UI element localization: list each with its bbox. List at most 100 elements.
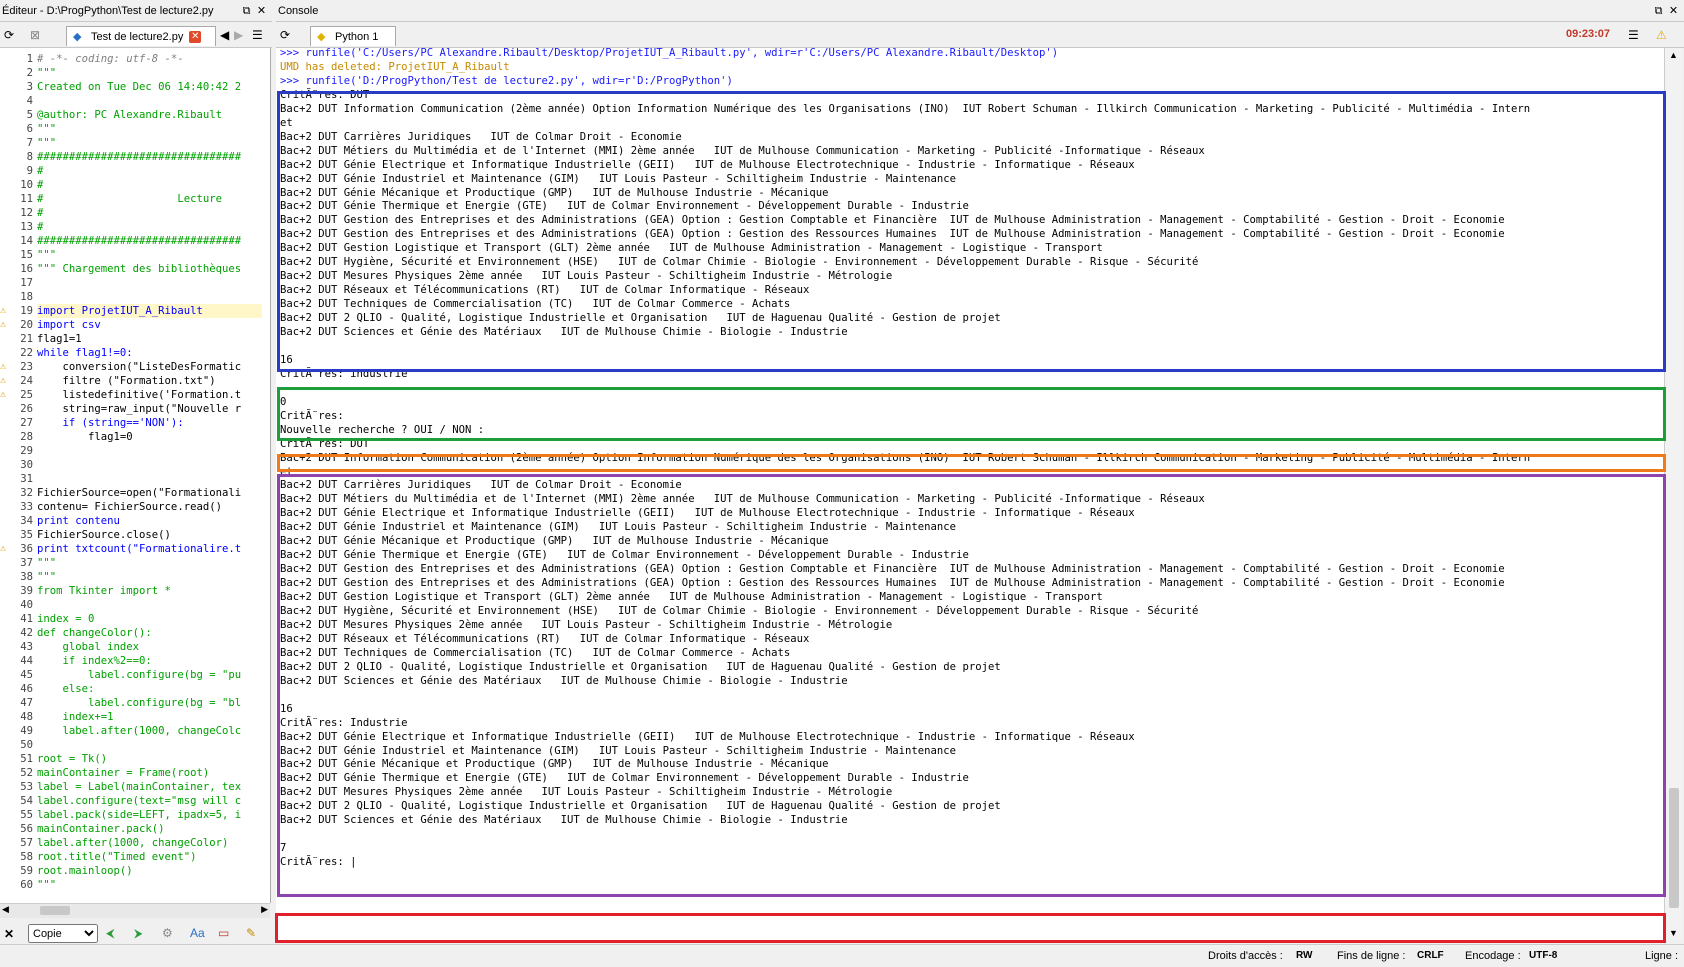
line-number: 30 [20, 459, 33, 471]
code-line: listedefinitive('Formation.t [37, 389, 242, 401]
line-number: 44 [20, 655, 33, 667]
close-find-icon[interactable]: ✕ [4, 926, 14, 942]
code-line: """ [37, 879, 57, 891]
code-line: root.title("Timed event") [37, 851, 197, 863]
access-rights-label: Droits d'accès : [1208, 950, 1283, 962]
scroll-left-icon[interactable]: ◀ [220, 27, 229, 43]
code-line: import csv [37, 319, 101, 331]
find-next-icon[interactable]: ⮞ [134, 925, 143, 941]
line-number: 54 [20, 795, 33, 807]
scroll-right-icon[interactable]: ▶ [234, 27, 243, 43]
tab-test-de-lecture2[interactable]: ◆ Test de lecture2.py ✕ [66, 26, 216, 46]
line-number: 12 [20, 207, 33, 219]
code-line: global index [37, 641, 140, 653]
code-line: """ [37, 571, 57, 583]
line-number: 10 [20, 179, 33, 191]
annotation-box-red [275, 913, 1666, 943]
tab-label: Python 1 [335, 31, 379, 43]
close-all-icon[interactable]: ⊠ [30, 27, 40, 43]
line-number: 37 [20, 557, 33, 569]
highlight-icon[interactable]: ✎ [246, 925, 256, 941]
line-label: Ligne : [1645, 950, 1679, 962]
line-number: 51 [20, 753, 33, 765]
tab-python-1[interactable]: ◆ Python 1✕ [310, 26, 396, 64]
line-number: 58 [20, 851, 33, 863]
code-line: ################################ [37, 151, 242, 163]
line-number: 56 [20, 823, 33, 835]
code-line: print contenu [37, 515, 120, 527]
code-line: mainContainer.pack() [37, 823, 165, 835]
case-sensitive-icon[interactable]: Aa [190, 925, 205, 941]
code-line: else: [37, 683, 95, 695]
close-icon[interactable]: ✕ [1667, 0, 1680, 22]
code-line: if index%2==0: [37, 655, 152, 667]
line-number: 53 [20, 781, 33, 793]
code-area[interactable]: # -*- coding: utf-8 -*- """ Created on Tue… [37, 48, 262, 903]
line-number: 43 [20, 641, 33, 653]
code-line: def changeColor(): [37, 627, 152, 639]
code-line: # -*- coding: utf-8 -*- [37, 53, 184, 65]
line-number: 47 [20, 697, 33, 709]
line-number: 45 [20, 669, 33, 681]
options-icon[interactable]: ☰ [1628, 27, 1639, 43]
code-line: label.configure(text="msg will c [37, 795, 242, 807]
code-line: FichierSource.close() [37, 529, 171, 541]
code-line: label.after(1000, changeColor) [37, 837, 229, 849]
regex-icon[interactable]: ⚙ [162, 925, 173, 941]
code-editor[interactable]: 1 2 3 4 5 6 7 8 9 10 11 12 13 14 15 16 17 18 19 ⚠ 20 ⚠ 21 22 23 ⚠… [0, 48, 271, 903]
line-number: 14 [20, 235, 33, 247]
warning-icon[interactable]: ⚠ [0, 318, 10, 332]
line-number: 1 [26, 53, 33, 65]
code-line: print txtcount("Formationalire.t [37, 543, 242, 555]
line-number: 28 [20, 431, 33, 443]
eol-value: CRLF [1417, 950, 1444, 961]
undock-icon[interactable]: ⧉ [1652, 0, 1665, 22]
close-tab-icon[interactable]: ✕ [189, 31, 202, 44]
code-line: """ [37, 123, 57, 135]
browse-tabs-icon[interactable]: ⟳ [280, 27, 290, 43]
line-number: 34 [20, 515, 33, 527]
line-number: 2 [26, 67, 33, 79]
warning-icon: ⚠ [1656, 28, 1667, 42]
line-number: 52 [20, 767, 33, 779]
line-number: 21 [20, 333, 33, 345]
options-icon[interactable]: ☰ [252, 27, 263, 43]
line-number: 22 [20, 347, 33, 359]
editor-horizontal-scrollbar[interactable]: ◀ ▶ [0, 903, 270, 918]
line-number: 50 [20, 739, 33, 751]
line-number: 5 [26, 109, 33, 121]
code-line: flag1=0 [37, 431, 133, 443]
code-line: label = Label(mainContainer, tex [37, 781, 242, 793]
code-line: label.pack(side=LEFT, ipadx=5, i [37, 809, 242, 821]
console-clock: 09:23:07 [1566, 28, 1611, 40]
code-line: # [37, 221, 44, 233]
whole-word-icon[interactable]: ▭ [218, 925, 229, 941]
line-number: 55 [20, 809, 33, 821]
line-number: 33 [20, 501, 33, 513]
code-line: string=raw_input("Nouvelle r [37, 403, 242, 415]
encoding-value: UTF-8 [1529, 950, 1558, 961]
console-vertical-scrollbar[interactable]: ▲ ▼ [1664, 48, 1683, 940]
line-number: 60 [20, 879, 33, 891]
warning-icon[interactable]: ⚠ [0, 304, 10, 318]
warning-icon[interactable]: ⚠ [0, 542, 10, 556]
line-number: 29 [20, 445, 33, 457]
warning-icon[interactable]: ⚠ [0, 388, 10, 402]
warning-icon[interactable]: ⚠ [0, 374, 10, 388]
browse-tabs-icon[interactable]: ⟳ [4, 27, 14, 43]
line-number: 6 [26, 123, 33, 135]
close-icon[interactable]: ✕ [255, 0, 268, 22]
annotation-box-orange [277, 454, 1666, 472]
undock-icon[interactable]: ⧉ [240, 0, 253, 22]
find-previous-icon[interactable]: ⮜ [106, 925, 115, 941]
line-number: 7 [26, 137, 33, 149]
code-line: Created on Tue Dec 06 14:40:42 2 [37, 81, 242, 93]
code-line: FichierSource=open("Formationali [37, 487, 242, 499]
line-number: 11 [20, 193, 33, 205]
code-line: conversion("ListeDesFormatic [37, 361, 242, 373]
warning-icon[interactable]: ⚠ [0, 360, 10, 374]
find-input[interactable]: Copie [28, 924, 98, 943]
console-tab-row: ⟳ ◆ Python 1✕ 09:23:07 ☰ ⚠ [276, 23, 1684, 64]
access-rights-value: RW [1296, 950, 1313, 961]
code-line: """ Chargement des bibliothèques [37, 263, 242, 275]
